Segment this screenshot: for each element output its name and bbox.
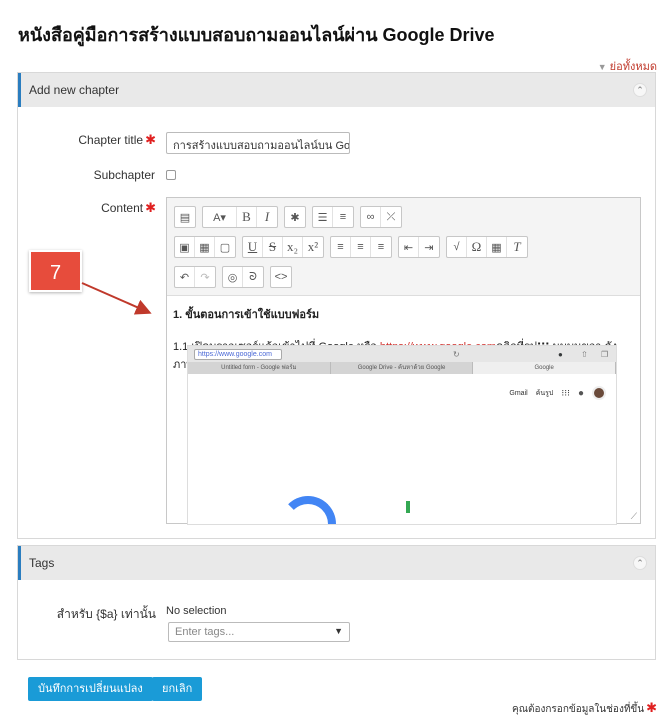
required-fields-note: คุณต้องกรอกข้อมูลในช่องที่ขึ้น ✱	[512, 700, 657, 715]
tags-section-header[interactable]: Tags ⌃	[18, 546, 655, 580]
tags-input[interactable]: Enter tags... ▼	[168, 622, 350, 642]
tags-label: สำหรับ {$a} เท่านั้น	[56, 607, 156, 621]
save-changes-button[interactable]: บันทึกการเปลี่ยนแปลง	[28, 677, 153, 701]
required-icon: ✱	[646, 700, 657, 715]
tags-selection: No selection	[166, 605, 227, 617]
dropdown-arrow-icon: ▼	[334, 626, 343, 636]
tags-section-title: Tags	[29, 556, 55, 570]
tags-section: Tags ⌃	[17, 545, 656, 660]
collapse-icon[interactable]: ⌃	[633, 556, 647, 570]
cancel-button[interactable]: ยกเลิก	[152, 677, 203, 701]
